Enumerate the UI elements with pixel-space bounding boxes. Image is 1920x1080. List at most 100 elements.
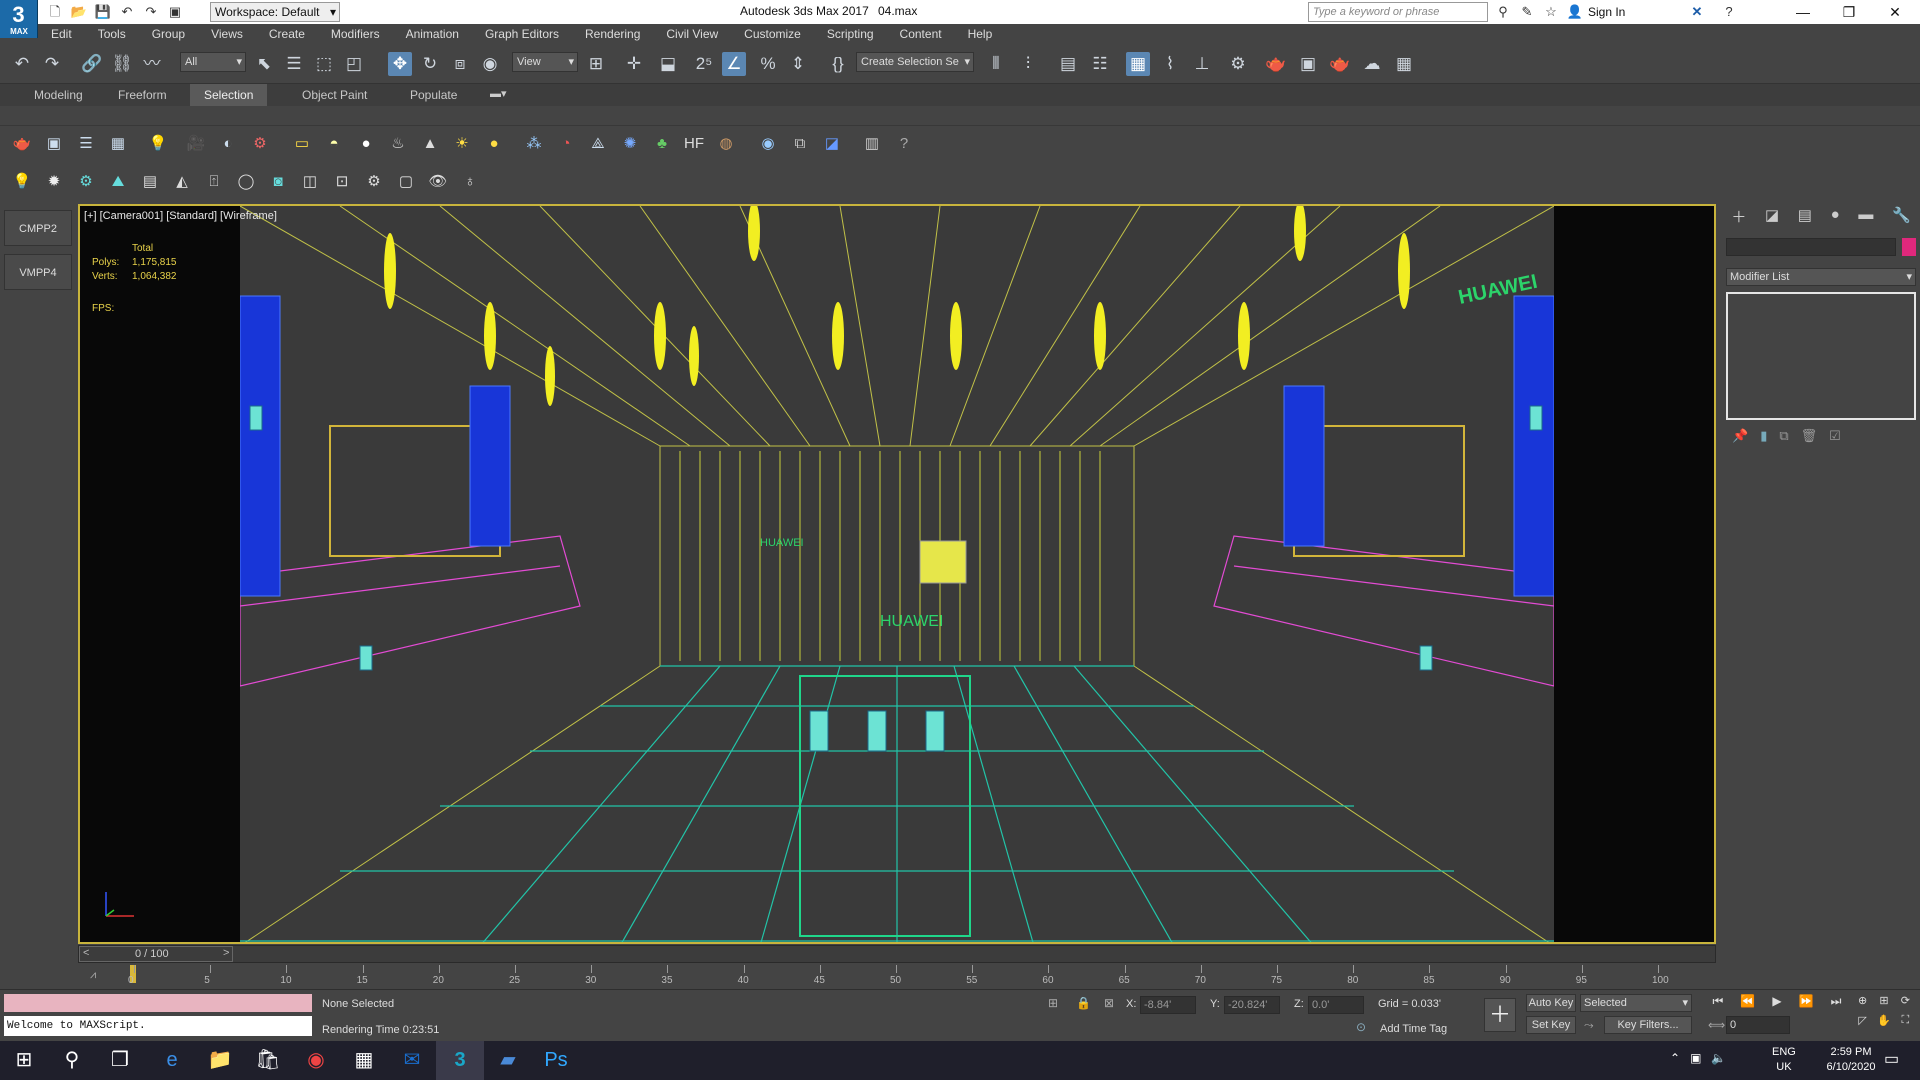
object-color-swatch[interactable] bbox=[1902, 238, 1916, 256]
select-and-rotate-icon[interactable]: ↻ bbox=[418, 52, 442, 76]
add-time-tag[interactable]: Add Time Tag bbox=[1380, 1023, 1447, 1035]
menu-item-help[interactable]: Help bbox=[955, 24, 1006, 44]
render-production-icon[interactable]: 🫖 bbox=[1328, 52, 1352, 76]
scene-states-icon[interactable]: ▦ bbox=[106, 132, 130, 156]
tray-overflow-icon[interactable]: ⌃ bbox=[1670, 1051, 1680, 1065]
render-cloud-icon[interactable]: ☁ bbox=[1360, 52, 1384, 76]
teapot-primitive-icon[interactable]: ♨ bbox=[386, 132, 410, 156]
omni-light-icon[interactable]: ● bbox=[482, 132, 506, 156]
edit-named-selection-icon[interactable]: {} bbox=[826, 52, 850, 76]
physical-camera-icon[interactable]: ◭ bbox=[170, 170, 194, 194]
maxscript-listener-input[interactable] bbox=[4, 994, 312, 1012]
cone-icon[interactable]: ▲ bbox=[418, 132, 442, 156]
spinner-snap-icon[interactable]: ⇕ bbox=[786, 52, 810, 76]
window-crossing-icon[interactable]: ◰ bbox=[342, 52, 366, 76]
render-frame-icon[interactable]: ▣ bbox=[42, 132, 66, 156]
search-input[interactable]: Type a keyword or phrase bbox=[1308, 2, 1488, 22]
outlook-icon[interactable]: ✉ bbox=[388, 1041, 436, 1080]
angle-snap-icon[interactable]: ∠ bbox=[722, 52, 746, 76]
track-bar[interactable]: ⩘ 0 5 10 15 20 25 30 35 40 45 50 55 60 65 70 75 80 85 90 95… bbox=[78, 963, 1716, 989]
teapot-icon[interactable]: 🫖 bbox=[10, 132, 34, 156]
gear-icon[interactable]: ⚙ bbox=[362, 170, 386, 194]
tab-object-paint[interactable]: Object Paint bbox=[288, 84, 381, 106]
curve-editor-icon[interactable]: ⌇ bbox=[1158, 52, 1182, 76]
motion-tab-icon[interactable]: ● bbox=[1831, 206, 1840, 228]
menu-item-rendering[interactable]: Rendering bbox=[572, 24, 653, 44]
tab-modeling[interactable]: Modeling bbox=[20, 84, 97, 106]
current-frame-field[interactable]: 0 bbox=[1726, 1016, 1790, 1034]
lamp-icon[interactable]: ♁ bbox=[458, 170, 482, 194]
auto-key-button[interactable]: Auto Key bbox=[1526, 994, 1576, 1012]
network-icon[interactable]: ▣ bbox=[1690, 1051, 1701, 1065]
grass-icon[interactable]: ♣ bbox=[650, 132, 674, 156]
ring-icon[interactable]: ◯ bbox=[234, 170, 258, 194]
redo-icon[interactable]: ↷ bbox=[40, 52, 64, 76]
go-to-start-icon[interactable]: ⏮ bbox=[1713, 994, 1724, 1012]
layout-tab-cmpp2[interactable]: CMPP2 bbox=[4, 210, 72, 246]
show-end-result-icon[interactable]: ▮ bbox=[1760, 428, 1767, 448]
image-viewer-icon[interactable]: ▰ bbox=[484, 1041, 532, 1080]
molecule-icon[interactable]: ✺ bbox=[618, 132, 642, 156]
volume-icon[interactable]: 🔈 bbox=[1711, 1051, 1726, 1065]
key-mode-toggle-icon[interactable]: ⟺ bbox=[1708, 1018, 1725, 1032]
mirror-icon[interactable]: ⫴ bbox=[984, 52, 1008, 76]
bind-space-warp-icon[interactable]: 〰 bbox=[140, 52, 164, 76]
binoculars-icon[interactable]: ⚲ bbox=[1494, 3, 1512, 21]
pan-icon[interactable]: ✋ bbox=[1873, 1014, 1894, 1034]
named-selection-dropdown[interactable]: Create Selection Se ▾ bbox=[856, 52, 974, 72]
sound-icon[interactable]: ◐ bbox=[216, 132, 240, 156]
reference-coordinate-dropdown[interactable]: View ▾ bbox=[512, 52, 578, 72]
menu-item-modifiers[interactable]: Modifiers bbox=[318, 24, 393, 44]
schematic-view-icon[interactable]: ⊥ bbox=[1190, 52, 1214, 76]
dome-light-icon[interactable]: ⛰ bbox=[106, 170, 130, 194]
frame-icon[interactable]: ◫ bbox=[298, 170, 322, 194]
task-view-icon[interactable]: ❐ bbox=[96, 1041, 144, 1080]
unlink-icon[interactable]: ⛓ bbox=[110, 52, 134, 76]
create-tab-icon[interactable]: ＋ bbox=[1731, 206, 1746, 228]
photoshop-icon[interactable]: Ps bbox=[532, 1041, 580, 1080]
app-logo[interactable]: 3 MAX bbox=[0, 0, 38, 38]
save-file-icon[interactable]: 💾 bbox=[94, 3, 112, 21]
key-filters-button[interactable]: Key Filters... bbox=[1604, 1016, 1692, 1034]
menu-item-group[interactable]: Group bbox=[139, 24, 198, 44]
material-browser-icon[interactable]: ⧉ bbox=[788, 132, 812, 156]
help-circle-icon[interactable]: ? bbox=[892, 132, 916, 156]
select-by-name-icon[interactable]: ☰ bbox=[282, 52, 306, 76]
menu-item-tools[interactable]: Tools bbox=[85, 24, 139, 44]
snaps-toggle-icon[interactable]: 2⁵ bbox=[692, 52, 716, 76]
time-slider-thumb[interactable] bbox=[79, 946, 233, 962]
hdri-icon[interactable]: HF bbox=[682, 132, 706, 156]
sphere-light-icon[interactable]: ✹ bbox=[42, 170, 66, 194]
selection-filter-dropdown[interactable]: All ▾ bbox=[180, 52, 246, 72]
favorites-star-icon[interactable]: ☆ bbox=[1542, 3, 1560, 21]
next-frame-icon[interactable]: ⏩ bbox=[1799, 994, 1814, 1012]
select-and-scale-icon[interactable]: ⧈ bbox=[448, 52, 472, 76]
camera-viewport[interactable]: [+] [Camera001] [Standard] [Wireframe] T… bbox=[78, 204, 1716, 944]
camera-icon[interactable]: 🎥 bbox=[184, 132, 208, 156]
new-file-icon[interactable]: 🗋 bbox=[46, 3, 64, 21]
chrome-icon[interactable]: ◉ bbox=[292, 1041, 340, 1080]
material-editor-icon[interactable]: ⚙ bbox=[1226, 52, 1250, 76]
paint-objects-icon[interactable]: ◔ bbox=[554, 132, 578, 156]
clipper-icon[interactable]: ▢ bbox=[394, 170, 418, 194]
table-icon[interactable]: ▤ bbox=[138, 170, 162, 194]
light-bulb-icon[interactable]: 💡 bbox=[10, 170, 34, 194]
field-of-view-icon[interactable]: ◸ bbox=[1852, 1014, 1873, 1034]
particle-icon[interactable]: ⚙ bbox=[248, 132, 272, 156]
pyramid-icon[interactable]: ⟁ bbox=[586, 132, 610, 156]
sun-light-icon[interactable]: ☀ bbox=[450, 132, 474, 156]
start-menu-icon[interactable]: ⊞ bbox=[0, 1041, 48, 1080]
rectangular-selection-icon[interactable]: ⬚ bbox=[312, 52, 336, 76]
default-tangents-icon[interactable]: ⤳ bbox=[1584, 1018, 1594, 1033]
ribbon-options-icon[interactable]: ▬▾ bbox=[490, 87, 507, 100]
tab-freeform[interactable]: Freeform bbox=[104, 84, 181, 106]
calculator-icon[interactable]: ▦ bbox=[340, 1041, 388, 1080]
z-coordinate-field[interactable]: 0.0' bbox=[1308, 996, 1364, 1014]
undo-icon[interactable]: ↶ bbox=[118, 3, 136, 21]
3dsmax-taskbar-icon[interactable]: 3 bbox=[436, 1041, 484, 1080]
menu-item-edit[interactable]: Edit bbox=[38, 24, 85, 44]
open-file-icon[interactable]: 📂 bbox=[70, 3, 88, 21]
pivot-point-center-icon[interactable]: ⊞ bbox=[584, 52, 608, 76]
zoom-all-icon[interactable]: ⊞ bbox=[1873, 994, 1894, 1014]
select-and-move-icon[interactable]: ✥ bbox=[388, 52, 412, 76]
